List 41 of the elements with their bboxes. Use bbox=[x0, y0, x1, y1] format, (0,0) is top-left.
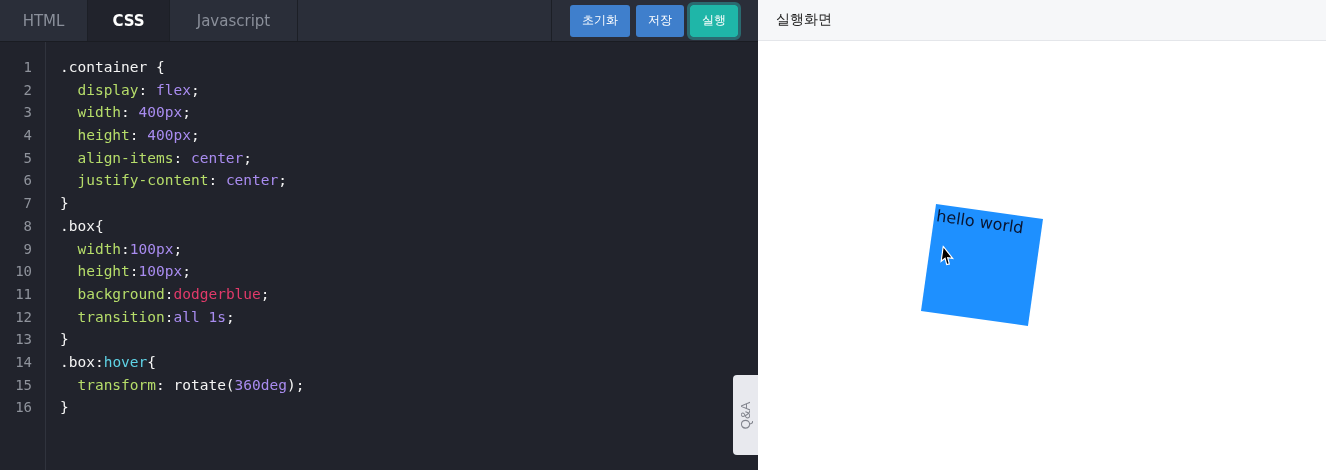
code-line: justify-content: center; bbox=[76, 171, 288, 191]
line-number: 9 bbox=[22, 239, 33, 259]
line-number: 4 bbox=[22, 126, 33, 146]
box-text: hello world bbox=[935, 206, 1025, 238]
line-number: 13 bbox=[14, 330, 33, 350]
code-line: transition:all 1s; bbox=[76, 307, 236, 327]
code-line: transform: rotate(360deg); bbox=[76, 375, 305, 395]
line-number: 6 bbox=[22, 171, 33, 191]
code-line: } bbox=[60, 330, 70, 350]
toolbar-button[interactable]: 실행 bbox=[690, 4, 738, 37]
code-line: } bbox=[60, 398, 70, 418]
toolbar-button[interactable]: 초기화 bbox=[570, 4, 630, 37]
code-line: height:100px; bbox=[76, 262, 192, 282]
editor-tab[interactable]: Javascript bbox=[170, 0, 298, 41]
code-line: } bbox=[60, 194, 70, 214]
code-line: height: 400px; bbox=[76, 126, 201, 146]
code-line: width:100px; bbox=[76, 239, 184, 259]
line-number: 2 bbox=[22, 80, 33, 100]
line-number: 12 bbox=[14, 307, 33, 327]
qa-side-tab[interactable]: Q&A bbox=[733, 375, 758, 455]
toolbar-button[interactable]: 저장 bbox=[636, 4, 684, 37]
editor-tab[interactable]: CSS bbox=[88, 0, 170, 41]
line-number: 15 bbox=[14, 375, 33, 395]
code-line: background:dodgerblue; bbox=[76, 284, 271, 304]
line-number: 8 bbox=[22, 216, 33, 236]
preview-title: 실행화면 bbox=[776, 11, 832, 29]
code-line: .box{ bbox=[60, 216, 105, 236]
line-number: 1 bbox=[22, 58, 33, 77]
code-line: .box:hover{ bbox=[60, 352, 158, 372]
line-number: 10 bbox=[14, 262, 33, 282]
code-line: width: 400px; bbox=[76, 103, 192, 123]
line-number: 14 bbox=[14, 352, 33, 372]
code-line: display: flex; bbox=[76, 80, 201, 100]
line-number: 5 bbox=[22, 148, 33, 168]
code-line: .container { bbox=[60, 58, 166, 77]
line-number: 16 bbox=[14, 398, 33, 418]
line-number: 3 bbox=[22, 103, 33, 123]
line-number: 11 bbox=[14, 284, 33, 304]
code-line: align-items: center; bbox=[76, 148, 254, 168]
line-number: 7 bbox=[22, 194, 33, 214]
mouse-pointer-icon bbox=[939, 245, 957, 268]
